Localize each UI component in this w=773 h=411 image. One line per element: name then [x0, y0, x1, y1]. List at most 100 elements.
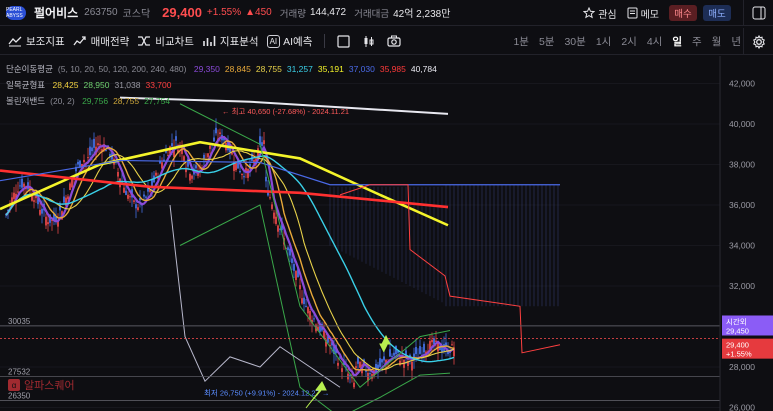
volume-label: 거래량 [279, 8, 306, 20]
candle-body [47, 222, 49, 225]
candle-body [305, 305, 307, 307]
amount-value: 42억 2,238만 [393, 9, 451, 20]
panel-toggle-button[interactable] [743, 0, 773, 26]
candle-type-icon [364, 35, 374, 47]
candle-body [137, 207, 139, 210]
watch-button[interactable]: 관심 [583, 6, 617, 21]
candle-body [71, 179, 73, 188]
memo-button[interactable]: 메모 [627, 6, 659, 21]
settings-button[interactable] [743, 28, 773, 55]
period-tab[interactable]: 30분 [564, 34, 585, 49]
candle-body [135, 204, 137, 209]
candle-body [97, 143, 99, 146]
compare-icon [138, 36, 151, 46]
star-icon [583, 7, 596, 19]
candle-body [423, 343, 425, 353]
candle-body [105, 150, 107, 152]
candle-body [155, 172, 157, 176]
candle-body [359, 361, 361, 368]
candle-body [265, 176, 267, 182]
sell-button[interactable]: 매도 [703, 5, 731, 21]
compare-chart-button[interactable]: 비교차트 [137, 34, 194, 49]
strategy-icon [73, 36, 86, 46]
market-name: 코스닥 [122, 9, 151, 20]
ai-predict-label: AI예측 [283, 35, 313, 48]
candle-body [127, 194, 129, 199]
watermark-text: 알파스퀘어 [24, 380, 75, 392]
panel-toggle-icon [752, 6, 765, 20]
legend-value: 28,950 [83, 80, 110, 90]
candle-body [293, 264, 295, 271]
candle-body [63, 196, 65, 203]
candle-body [353, 382, 355, 388]
period-tab[interactable]: 월 [712, 34, 722, 49]
screenshot-button[interactable] [387, 35, 401, 47]
memo-label: 메모 [640, 9, 659, 21]
candle-body [261, 142, 263, 146]
candle-body [295, 271, 297, 281]
company-logo: PEARL ABYSS [6, 5, 26, 20]
current-change-axis-label: +1.55% [726, 350, 752, 359]
price-chart[interactable]: 30035 27532 26350 ← 최고 40,650 (-27.68%) - 2… [0, 56, 773, 411]
candle-body [183, 156, 185, 161]
candle-body [451, 344, 453, 346]
candle-body [313, 318, 315, 320]
chart-toolbar: 보조지표 매매전략 비교차트 지표분석 AI AI예측 1분 5분 30분 1시 2시 4… [0, 28, 773, 55]
candle-body [69, 183, 71, 191]
bollinger-legend-params: (20, 2) [50, 96, 75, 106]
candle-body [263, 140, 265, 144]
legend-value: 31,038 [114, 80, 141, 90]
candle-body [175, 136, 177, 141]
legend-value: 31,257 [286, 64, 313, 74]
candle-body [441, 347, 443, 353]
period-tab[interactable]: 주 [692, 34, 702, 49]
watch-label: 관심 [598, 9, 617, 21]
ma-legend: 단순이동평균 (5, 10, 20, 50, 120, 200, 240, 480… [6, 63, 442, 75]
candle-body [215, 127, 217, 134]
candle-body [301, 298, 303, 304]
candle-body [231, 152, 233, 155]
indicator-icon [8, 36, 22, 47]
indicator-analysis-button[interactable]: 지표분석 [202, 34, 259, 49]
candle-body [117, 172, 119, 177]
candle-type-button[interactable] [362, 35, 375, 48]
drawing-box-button[interactable] [337, 34, 350, 48]
price-tick-label: 42,000 [729, 79, 755, 89]
candle-body [143, 194, 145, 197]
period-tab[interactable]: 년 [731, 34, 741, 49]
period-tab[interactable]: 1분 [513, 34, 529, 49]
candle-body [247, 169, 249, 178]
candle-body [77, 161, 79, 165]
after-hours-label: 시간외 [726, 316, 747, 326]
period-tab[interactable]: 일 [672, 34, 682, 49]
low-annotation: 최저 26,750 (+9.91%) - 2024.12.27 → [204, 387, 329, 397]
price-level-label: 30035 [8, 317, 31, 326]
stock-name[interactable]: 펄어비스 [34, 4, 78, 21]
candle-body [431, 339, 433, 343]
legend-value: 28,425 [52, 80, 79, 90]
candle-body [415, 346, 417, 355]
price-tick-label: 38,000 [729, 160, 755, 170]
candle-body [391, 355, 393, 357]
candle-body [89, 146, 91, 156]
candle-body [287, 247, 289, 251]
period-tab[interactable]: 4시 [647, 34, 663, 49]
ai-predict-button[interactable]: AI AI예측 [266, 34, 313, 49]
candle-body [393, 352, 395, 356]
candle-body [377, 364, 379, 369]
period-tab[interactable]: 1시 [596, 34, 612, 49]
buy-button[interactable]: 매수 [669, 5, 697, 21]
candle-body [31, 195, 33, 201]
chart-canvas[interactable]: 300352753226350← 최고 40,650 (-27.68%) - 2… [0, 56, 773, 411]
candle-body [379, 358, 381, 367]
trade-strategy-button[interactable]: 매매전략 [73, 34, 129, 49]
legend-value: 37,030 [348, 64, 375, 74]
legend-value: 27,754 [144, 96, 171, 106]
period-tab[interactable]: 5분 [539, 34, 555, 49]
candle-body [19, 185, 21, 187]
period-tab[interactable]: 2시 [621, 34, 637, 49]
drawing-box-icon [337, 34, 350, 48]
candle-body [129, 196, 131, 198]
aux-indicator-button[interactable]: 보조지표 [8, 34, 65, 49]
change-amount: ▲450 [245, 7, 272, 18]
